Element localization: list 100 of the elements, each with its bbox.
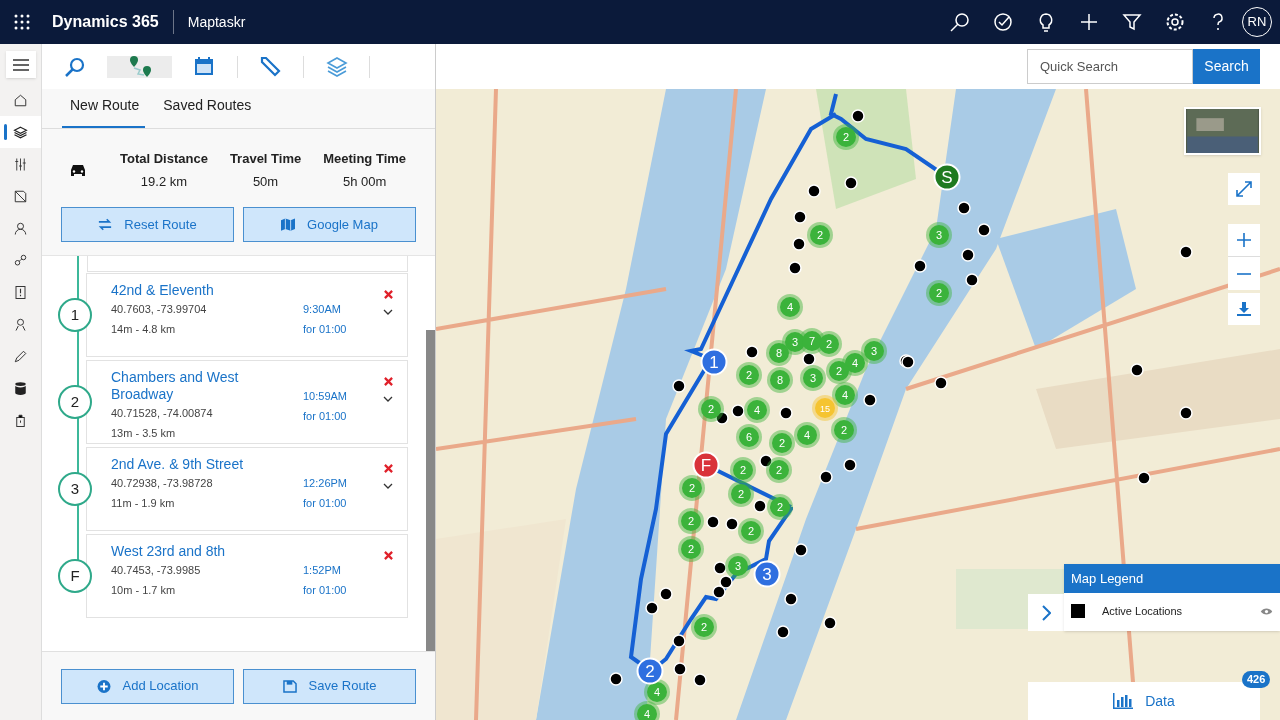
- cluster-marker[interactable]: 3: [725, 553, 751, 579]
- filter-icon[interactable]: [1122, 12, 1142, 32]
- location-dot[interactable]: [673, 662, 687, 676]
- location-dot[interactable]: [934, 376, 948, 390]
- location-dot[interactable]: [759, 454, 773, 468]
- sidebar-item[interactable]: [0, 116, 41, 148]
- cluster-marker[interactable]: 2: [678, 508, 704, 534]
- download-button[interactable]: [1228, 293, 1260, 325]
- stop-name[interactable]: 2nd Ave. & 9th Street: [111, 456, 297, 473]
- cluster-marker[interactable]: 3: [800, 365, 826, 391]
- search-icon[interactable]: [950, 12, 970, 32]
- app-title[interactable]: Dynamics 365: [52, 10, 159, 34]
- cluster-marker[interactable]: 2: [926, 280, 952, 306]
- location-dot[interactable]: [753, 499, 767, 513]
- cluster-marker[interactable]: 3: [861, 338, 887, 364]
- location-dot[interactable]: [788, 261, 802, 275]
- legend-toggle-button[interactable]: [1028, 594, 1064, 631]
- location-dot[interactable]: [1130, 363, 1144, 377]
- plus-icon[interactable]: [1079, 12, 1099, 32]
- location-dot[interactable]: [792, 237, 806, 251]
- location-dot[interactable]: [913, 259, 927, 273]
- location-dot[interactable]: [715, 411, 729, 425]
- route-pin[interactable]: F: [692, 451, 720, 479]
- cluster-marker[interactable]: 4: [794, 422, 820, 448]
- cluster-marker[interactable]: 2: [730, 457, 756, 483]
- location-dot[interactable]: [645, 601, 659, 615]
- cluster-marker[interactable]: 2: [698, 396, 724, 422]
- action-button[interactable]: Save Route: [243, 668, 416, 704]
- location-dot[interactable]: [779, 406, 793, 420]
- location-dot[interactable]: [776, 625, 790, 639]
- action-button[interactable]: Add Location: [61, 668, 234, 704]
- location-dot[interactable]: [793, 210, 807, 224]
- stop-name[interactable]: West 23rd and 8th: [111, 543, 297, 560]
- cluster-marker[interactable]: 2: [766, 457, 792, 483]
- location-dot[interactable]: [961, 248, 975, 262]
- location-dot[interactable]: [745, 345, 759, 359]
- eye-icon[interactable]: [1260, 606, 1273, 616]
- check-circle-icon[interactable]: [993, 12, 1013, 32]
- chevron-down-icon[interactable]: [383, 396, 393, 402]
- route-pin[interactable]: 1: [700, 348, 728, 376]
- cluster-marker[interactable]: 2: [826, 358, 852, 384]
- cluster-marker[interactable]: 2: [831, 417, 857, 443]
- menu-button[interactable]: [5, 51, 36, 78]
- remove-icon[interactable]: [383, 464, 393, 473]
- cluster-marker[interactable]: 2: [767, 494, 793, 520]
- route-pin[interactable]: 3: [753, 560, 781, 588]
- location-dot[interactable]: [844, 176, 858, 190]
- location-dot[interactable]: [784, 592, 798, 606]
- data-button[interactable]: Data: [1028, 682, 1260, 720]
- location-dot[interactable]: [977, 223, 991, 237]
- cluster-marker[interactable]: 4: [777, 294, 803, 320]
- cluster-marker[interactable]: 2: [816, 331, 842, 357]
- cluster-marker[interactable]: 4: [634, 701, 660, 720]
- location-dot[interactable]: [802, 352, 816, 366]
- route-tab[interactable]: Saved Routes: [161, 95, 254, 128]
- location-dot[interactable]: [843, 458, 857, 472]
- scrollbar-thumb[interactable]: [426, 330, 435, 651]
- tool-tab[interactable]: [107, 55, 172, 78]
- location-dot[interactable]: [609, 672, 623, 686]
- route-pin[interactable]: 2: [636, 657, 664, 685]
- cluster-marker[interactable]: 8: [766, 340, 792, 366]
- cluster-marker[interactable]: 4: [744, 397, 770, 423]
- search-button[interactable]: Search: [1193, 49, 1260, 84]
- location-dot[interactable]: [706, 515, 720, 529]
- cluster-marker[interactable]: 8: [767, 367, 793, 393]
- cluster-marker[interactable]: 3: [926, 222, 952, 248]
- cluster-marker[interactable]: 2: [769, 430, 795, 456]
- location-dot[interactable]: [863, 393, 877, 407]
- location-dot[interactable]: [712, 585, 726, 599]
- satellite-thumbnail[interactable]: [1184, 107, 1261, 155]
- location-dot[interactable]: [693, 673, 707, 687]
- location-dot[interactable]: [851, 109, 865, 123]
- cluster-marker[interactable]: 2: [728, 481, 754, 507]
- action-button[interactable]: Reset Route: [61, 207, 234, 242]
- location-dot[interactable]: [901, 355, 915, 369]
- location-dot[interactable]: [957, 201, 971, 215]
- cluster-marker[interactable]: 2: [738, 518, 764, 544]
- cluster-marker[interactable]: 2: [678, 536, 704, 562]
- location-dot[interactable]: [819, 470, 833, 484]
- location-dot[interactable]: [1179, 406, 1193, 420]
- chevron-down-icon[interactable]: [383, 309, 393, 315]
- remove-icon[interactable]: [384, 551, 393, 560]
- location-dot[interactable]: [719, 575, 733, 589]
- location-dot[interactable]: [713, 561, 727, 575]
- remove-icon[interactable]: [383, 377, 393, 386]
- location-dot[interactable]: [1179, 245, 1193, 259]
- location-dot[interactable]: [823, 616, 837, 630]
- cluster-marker[interactable]: 6: [736, 424, 762, 450]
- stop-name[interactable]: 42nd & Eleventh: [111, 282, 297, 299]
- route-tab[interactable]: New Route: [62, 95, 146, 128]
- cluster-marker[interactable]: 15: [812, 395, 838, 421]
- location-dot[interactable]: [672, 634, 686, 648]
- location-dot[interactable]: [1137, 471, 1151, 485]
- cluster-marker[interactable]: 2: [691, 614, 717, 640]
- location-dot[interactable]: [807, 184, 821, 198]
- stop-name[interactable]: Chambers and West Broadway: [111, 369, 297, 403]
- remove-icon[interactable]: [383, 290, 393, 299]
- location-dot[interactable]: [672, 379, 686, 393]
- cluster-marker[interactable]: 2: [807, 222, 833, 248]
- location-dot[interactable]: [725, 517, 739, 531]
